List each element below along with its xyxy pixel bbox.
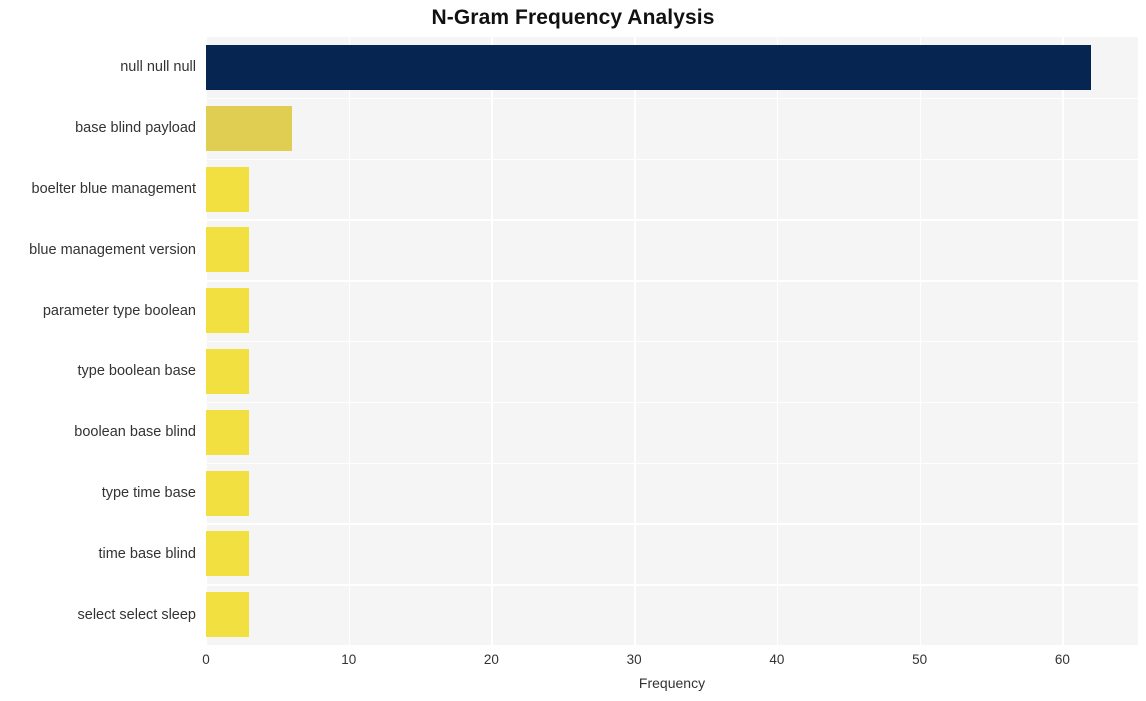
- y-axis-tick-label: type boolean base: [77, 363, 196, 380]
- y-axis-tick-label: time base blind: [98, 545, 196, 562]
- x-axis-tick-label: 30: [626, 652, 642, 667]
- x-axis-tick-labels: 0 10 20 30 40 50 60: [0, 652, 1146, 672]
- x-axis-tick-label: 10: [341, 652, 357, 667]
- bar[interactable]: [206, 592, 249, 638]
- bar[interactable]: [206, 409, 249, 455]
- bar[interactable]: [206, 227, 249, 273]
- bar[interactable]: [206, 531, 249, 577]
- y-axis-tick-labels: null null null base blind payload boelter …: [0, 37, 196, 645]
- y-axis-tick-label: base blind payload: [75, 120, 196, 137]
- chart-container: N-Gram Frequency Analysis null null null…: [0, 0, 1146, 701]
- x-axis-tick-label: 0: [202, 652, 210, 667]
- x-axis-tick-label: 60: [1054, 652, 1070, 667]
- y-axis-tick-label: null null null: [120, 59, 196, 76]
- y-axis-tick-label: parameter type boolean: [42, 302, 196, 319]
- bar[interactable]: [206, 470, 249, 516]
- plot-area: [206, 37, 1138, 645]
- y-axis-tick-label: boolean base blind: [74, 424, 196, 441]
- x-axis-title: Frequency: [638, 675, 706, 691]
- bar[interactable]: [206, 166, 249, 212]
- y-axis-tick-label: select select sleep: [77, 606, 196, 623]
- chart-title: N-Gram Frequency Analysis: [431, 6, 715, 29]
- y-axis-tick-label: blue management version: [29, 241, 196, 258]
- bar[interactable]: [206, 105, 292, 151]
- y-axis-tick-label: boelter blue management: [31, 181, 196, 197]
- x-axis-tick-label: 50: [912, 652, 928, 667]
- bar[interactable]: [206, 44, 1091, 90]
- bar[interactable]: [206, 288, 249, 334]
- x-axis-tick-label: 20: [483, 652, 499, 667]
- x-axis-tick-label: 40: [769, 652, 785, 667]
- bar[interactable]: [206, 348, 249, 394]
- bars-layer: [206, 37, 1138, 645]
- y-axis-tick-label: type time base: [101, 485, 196, 501]
